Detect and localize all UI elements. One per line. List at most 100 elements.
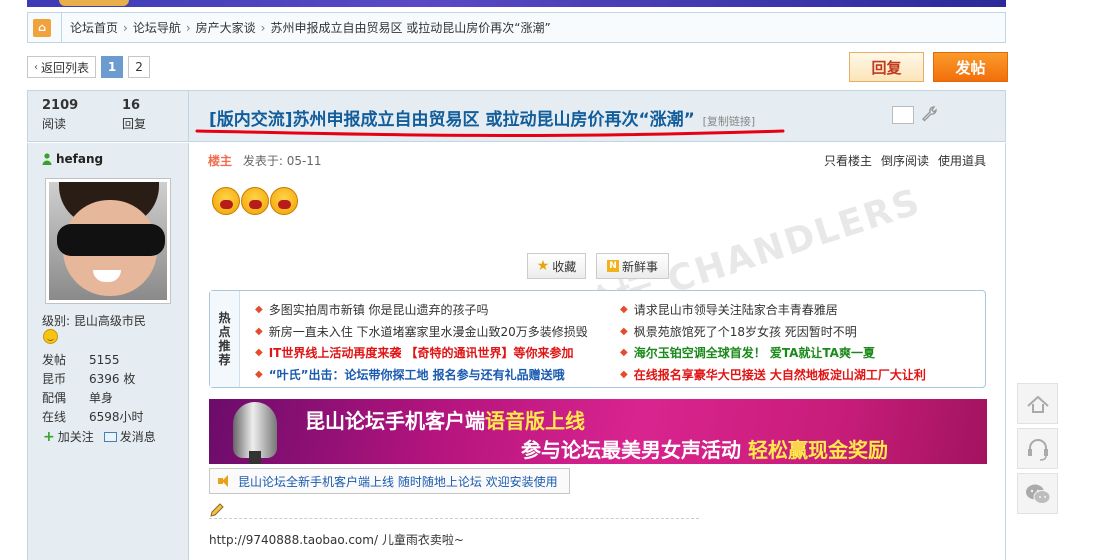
chevron-right-icon: › <box>260 20 266 35</box>
avatar-image <box>49 182 167 300</box>
replies-stat: 16 回复 <box>108 91 188 141</box>
client-notice-link[interactable]: 昆山论坛全新手机客户端上线 随时随地上论坛 欢迎安装使用 <box>209 468 570 494</box>
hot-link[interactable]: ◆ 多图实拍周市新镇 你是昆山遗弃的孩子吗 <box>255 299 605 321</box>
profile-row: 昆币 6396 枚 <box>42 369 144 388</box>
chevron-right-icon: › <box>123 20 128 35</box>
send-message-button[interactable]: 发消息 <box>103 428 156 445</box>
post-emoticons <box>212 187 298 215</box>
pencil-icon <box>210 503 224 517</box>
select-checkbox[interactable] <box>892 106 914 124</box>
page-2-button[interactable]: 2 <box>128 56 151 78</box>
reverse-order-link[interactable]: 倒序阅读 <box>881 152 929 169</box>
microphone-icon <box>233 402 277 458</box>
hot-link[interactable]: ◆ IT世界线上活动再度来袭 【奇特的通讯世界】等你来参加 <box>255 342 605 364</box>
star-icon: ★ <box>536 258 550 274</box>
profile-key: 昆币 <box>42 372 67 386</box>
replies-count: 16 <box>122 98 141 113</box>
hot-recommend-box: 热 点 推 荐 ◆ 多图实拍周市新镇 你是昆山遗弃的孩子吗 ◆ 新房一直未入住 下水… <box>209 290 986 388</box>
profile-value: 6396 枚 <box>89 372 136 386</box>
favorite-label: 收藏 <box>552 259 577 274</box>
home-icon[interactable]: ⌂ <box>33 18 51 37</box>
views-stat: 2109 阅读 <box>28 91 108 141</box>
avatar[interactable] <box>45 178 171 304</box>
follow-button[interactable]: + 加关注 <box>43 428 94 445</box>
wechat-icon <box>1025 484 1050 504</box>
profile-value: 6598小时 <box>89 410 144 424</box>
page-1-button[interactable]: 1 <box>101 56 124 78</box>
replies-label: 回复 <box>122 117 147 131</box>
profile-key: 发帖 <box>42 353 67 367</box>
customer-service-button[interactable] <box>1017 428 1058 469</box>
fresh-news-label: 新鲜事 <box>621 259 658 274</box>
profile-key: 配偶 <box>42 391 67 405</box>
fresh-icon: N <box>606 260 619 272</box>
hot-link[interactable]: ◆ “叶氏”出击：论坛带你探工地 报名参与还有礼品赠送哦 <box>255 364 605 386</box>
speaker-icon <box>218 475 232 487</box>
profile-value[interactable]: 5155 <box>89 353 120 367</box>
fresh-news-button[interactable]: N 新鲜事 <box>596 253 669 279</box>
hot-recommend-label: 热 点 推 荐 <box>210 291 240 387</box>
send-message-label: 发消息 <box>119 430 156 444</box>
breadcrumb-forum-home[interactable]: 论坛首页 <box>70 19 118 36</box>
chevron-right-icon: › <box>185 20 191 35</box>
site-logo[interactable] <box>59 0 129 6</box>
post-body-text[interactable]: http://9740888.taobao.com/ 儿童雨衣卖啦~ <box>209 531 464 548</box>
follow-label: 加关注 <box>57 430 94 444</box>
laughing-emoticon-icon <box>270 187 298 215</box>
plus-icon: + <box>43 428 55 445</box>
hot-link[interactable]: ◆ 新房一直未入住 下水道堵塞家里水漫金山致20万多装修损毁 <box>255 321 605 343</box>
floating-toolbar <box>1017 383 1058 514</box>
breadcrumb-divider <box>61 12 62 43</box>
hot-list-right: ◆ 请求昆山市领导关注陆家合丰青春雅居 ◆ 枫景苑旅馆死了个18岁女孩 死因暂时不明… <box>620 299 970 385</box>
hot-link[interactable]: ◆ 枫景苑旅馆死了个18岁女孩 死因暂时不明 <box>620 321 970 343</box>
back-to-top-icon <box>1026 395 1049 413</box>
profile-row: 发帖 5155 <box>42 350 144 369</box>
use-item-link[interactable]: 使用道具 <box>938 152 986 169</box>
post-time: 发表于: 05-11 <box>242 154 322 168</box>
promo-banner[interactable]: 昆山论坛手机客户端语音版上线 参与论坛最美男女声活动 轻松赢现金奖励 <box>209 399 987 464</box>
hot-link[interactable]: ◆ 在线报名享豪华大巴接送 大自然地板淀山湖工厂大让利 <box>620 364 970 386</box>
thread-stats: 2109 阅读 16 回复 <box>28 91 189 141</box>
back-to-top-button[interactable] <box>1017 383 1058 424</box>
post-meta: 楼主 发表于: 05-11 <box>208 152 322 169</box>
laughing-emoticon-icon <box>241 187 269 215</box>
breadcrumb-board[interactable]: 房产大家谈 <box>196 19 256 36</box>
pagination: ‹ 返回列表 1 2 <box>27 56 151 78</box>
online-user-icon <box>42 153 52 165</box>
smiley-icon <box>43 329 58 344</box>
favorite-button[interactable]: ★ 收藏 <box>527 253 586 279</box>
views-label: 阅读 <box>42 117 67 131</box>
breadcrumb: ⌂ 论坛首页 › 论坛导航 › 房产大家谈 › 苏州申报成立自由贸易区 或拉动昆… <box>27 12 1006 43</box>
back-to-list-button[interactable]: ‹ 返回列表 <box>27 56 97 78</box>
wechat-button[interactable] <box>1017 473 1058 514</box>
client-notice-text: 昆山论坛全新手机客户端上线 随时随地上论坛 欢迎安装使用 <box>238 474 558 489</box>
views-count: 2109 <box>42 98 79 113</box>
new-post-button[interactable]: 发帖 <box>933 52 1008 82</box>
profile-row: 配偶 单身 <box>42 388 144 407</box>
breadcrumb-forum-nav[interactable]: 论坛导航 <box>133 19 181 36</box>
only-owner-link[interactable]: 只看楼主 <box>824 152 872 169</box>
red-underline-annotation <box>195 129 785 137</box>
user-level: 级别: 昆山高级市民 <box>42 312 146 329</box>
post-tools: 只看楼主 倒序阅读 使用道具 <box>824 152 986 169</box>
owner-badge: 楼主 <box>208 154 233 168</box>
site-header-strip <box>27 0 1006 7</box>
user-level-value[interactable]: 昆山高级市民 <box>74 314 146 328</box>
author-actions: + 加关注 发消息 <box>43 428 156 445</box>
breadcrumb-current-thread[interactable]: 苏州申报成立自由贸易区 或拉动昆山房价再次“涨潮” <box>270 19 550 36</box>
profile-key: 在线 <box>42 410 67 424</box>
wrench-icon[interactable] <box>920 105 938 123</box>
author-name-row: hefang <box>42 152 103 166</box>
banner-line-1: 昆山论坛手机客户端语音版上线 <box>305 409 585 433</box>
author-name[interactable]: hefang <box>56 152 103 166</box>
laughing-emoticon-icon <box>212 187 240 215</box>
post-divider <box>209 518 699 519</box>
hot-list-left: ◆ 多图实拍周市新镇 你是昆山遗弃的孩子吗 ◆ 新房一直未入住 下水道堵塞家里水漫金… <box>255 299 605 385</box>
author-profile: 发帖 5155 昆币 6396 枚 配偶 单身 在线 6598小时 <box>42 350 144 426</box>
author-sidebar: hefang 级别: 昆山高级市民 发帖 5155 昆币 6396 枚 配偶 单… <box>27 143 189 560</box>
reply-button[interactable]: 回复 <box>849 52 924 82</box>
hot-link[interactable]: ◆ 海尔玉铂空调全球首发！ 爱TA就让TA爽一夏 <box>620 342 970 364</box>
hot-link[interactable]: ◆ 请求昆山市领导关注陆家合丰青春雅居 <box>620 299 970 321</box>
message-icon <box>103 431 117 442</box>
back-to-list-label: 返回列表 <box>41 60 90 75</box>
